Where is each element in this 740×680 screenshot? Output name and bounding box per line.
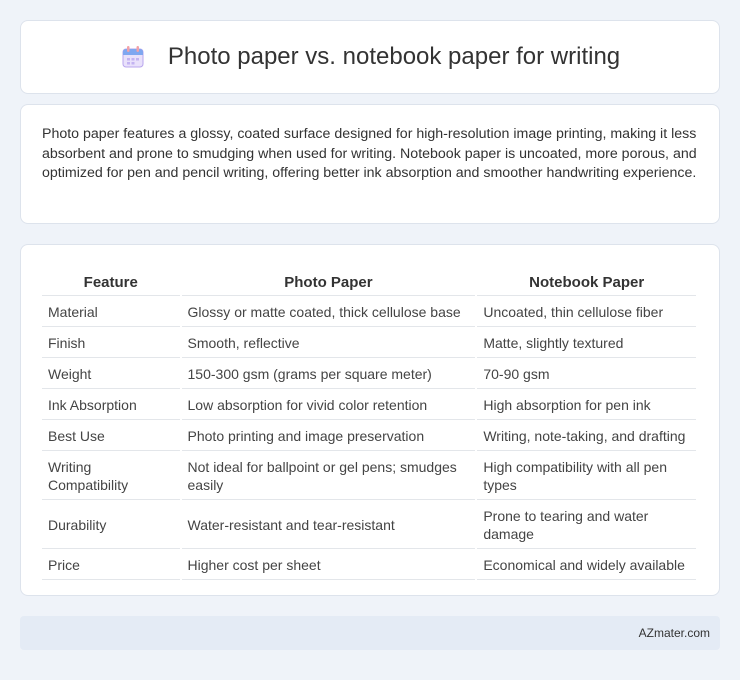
comparison-table: Feature Photo Paper Notebook Paper Mater… — [40, 267, 698, 582]
table-row: Writing Compatibility Not ideal for ball… — [42, 453, 696, 500]
table-row: Weight 150-300 gsm (grams per square met… — [42, 360, 696, 389]
intro-text: Photo paper features a glossy, coated su… — [42, 126, 697, 181]
table-row: Finish Smooth, reflective Matte, slightl… — [42, 329, 696, 358]
table-row: Ink Absorption Low absorption for vivid … — [42, 391, 696, 420]
row-photo-paper: Photo printing and image preservation — [181, 422, 476, 451]
header-feature: Feature — [42, 269, 180, 296]
intro-card: Photo paper features a glossy, coated su… — [20, 104, 720, 224]
row-feature: Material — [42, 298, 180, 327]
table-row: Durability Water-resistant and tear-resi… — [42, 502, 696, 549]
row-notebook-paper: Prone to tearing and water damage — [477, 502, 696, 549]
row-notebook-paper: High absorption for pen ink — [477, 391, 696, 420]
table-row: Material Glossy or matte coated, thick c… — [42, 298, 696, 327]
footer-brand[interactable]: AZmater.com — [639, 626, 710, 640]
calendar-icon — [120, 44, 146, 70]
header-notebook-paper: Notebook Paper — [477, 269, 696, 296]
row-photo-paper: 150-300 gsm (grams per square meter) — [181, 360, 476, 389]
row-photo-paper: Low absorption for vivid color retention — [181, 391, 476, 420]
row-feature: Finish — [42, 329, 180, 358]
row-feature: Best Use — [42, 422, 180, 451]
row-notebook-paper: High compatibility with all pen types — [477, 453, 696, 500]
page-title: Photo paper vs. notebook paper for writi… — [167, 43, 621, 70]
row-notebook-paper: Matte, slightly textured — [477, 329, 696, 358]
row-photo-paper: Water-resistant and tear-resistant — [181, 502, 476, 549]
row-feature: Durability — [42, 502, 180, 549]
row-feature: Writing Compatibility — [42, 453, 180, 500]
row-feature: Weight — [42, 360, 180, 389]
row-notebook-paper: Writing, note-taking, and drafting — [477, 422, 696, 451]
header-photo-paper: Photo Paper — [181, 269, 476, 296]
row-photo-paper: Not ideal for ballpoint or gel pens; smu… — [181, 453, 476, 500]
row-feature: Ink Absorption — [42, 391, 180, 420]
table-row: Price Higher cost per sheet Economical a… — [42, 551, 696, 580]
row-photo-paper: Higher cost per sheet — [181, 551, 476, 580]
footer: AZmater.com — [20, 616, 720, 650]
row-feature: Price — [42, 551, 180, 580]
comparison-card: Feature Photo Paper Notebook Paper Mater… — [20, 244, 720, 596]
title-card: Photo paper vs. notebook paper for writi… — [20, 20, 720, 94]
row-notebook-paper: 70-90 gsm — [477, 360, 696, 389]
row-photo-paper: Glossy or matte coated, thick cellulose … — [181, 298, 476, 327]
row-notebook-paper: Economical and widely available — [477, 551, 696, 580]
row-notebook-paper: Uncoated, thin cellulose fiber — [477, 298, 696, 327]
table-header-row: Feature Photo Paper Notebook Paper — [42, 269, 696, 296]
row-photo-paper: Smooth, reflective — [181, 329, 476, 358]
page: Photo paper vs. notebook paper for writi… — [0, 0, 740, 680]
table-row: Best Use Photo printing and image preser… — [42, 422, 696, 451]
